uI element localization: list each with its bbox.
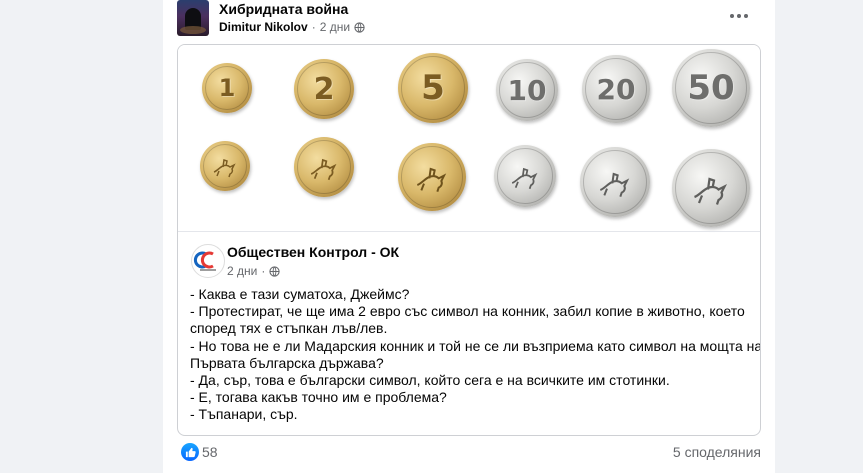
page-name-link[interactable]: Обществен Контрол - ОК: [227, 244, 399, 260]
post-timestamp[interactable]: 2 дни: [320, 20, 350, 34]
coin-rider-10: [494, 145, 556, 207]
more-dot-icon: [730, 14, 734, 18]
shared-post[interactable]: 1 2 5 10 20 50 Обществен Контрол - ОК 2 …: [177, 44, 761, 436]
madara-rider-icon: [694, 177, 728, 205]
coin-20: 20: [582, 55, 650, 123]
madara-rider-icon: [511, 167, 538, 190]
coin-value: 5: [421, 68, 445, 108]
coin-rider-50: [672, 149, 750, 227]
post-text-line: - Протестират, че ще има 2 евро със симв…: [190, 303, 745, 320]
coin-value: 1: [218, 74, 236, 102]
coin-rider-5: [398, 143, 466, 211]
coin-rider-20: [580, 147, 650, 217]
coin-value: 50: [687, 68, 735, 108]
coin-50: 50: [672, 49, 750, 127]
post-card: Хибридната война Dimitur Nikolov · 2 дни…: [163, 0, 775, 473]
madara-rider-icon: [310, 158, 337, 181]
coin-rider-2: [294, 137, 354, 197]
coin-rider-1: [200, 141, 250, 191]
coin-1: 1: [202, 63, 252, 113]
post-text-line: Първата българска държава?: [190, 354, 384, 371]
coin-value: 10: [507, 73, 547, 107]
post-text-line: - Тъпанари, сър.: [190, 406, 298, 423]
post-meta: Dimitur Nikolov · 2 дни: [219, 20, 365, 34]
page-avatar[interactable]: [191, 244, 225, 278]
ok-logo-icon: [193, 251, 216, 271]
group-name-link[interactable]: Хибридната война: [219, 1, 348, 17]
like-reaction-icon[interactable]: [181, 443, 199, 461]
shared-post-timestamp[interactable]: 2 дни: [227, 264, 257, 278]
coin-value: 20: [596, 72, 636, 106]
post-text-line: - Да, сър, това е български символ, койт…: [190, 372, 670, 389]
shared-post-meta: 2 дни ·: [227, 264, 280, 278]
madara-rider-icon: [213, 159, 236, 178]
meta-separator: ·: [311, 20, 316, 34]
post-text-line: - Но това не е ли Мадарския конник и той…: [190, 337, 761, 354]
post-text-line: според тях е стъпкан лъв/лев.: [190, 320, 388, 337]
inner-post: Обществен Контрол - ОК 2 дни · - Каква е…: [178, 232, 760, 435]
globe-icon: [354, 21, 365, 33]
coins-image[interactable]: 1 2 5 10 20 50: [178, 45, 760, 231]
more-dot-icon: [737, 14, 741, 18]
reactions-count[interactable]: 58: [202, 444, 218, 460]
coin-value: 2: [313, 71, 335, 107]
coin-2: 2: [294, 59, 354, 119]
more-dot-icon: [744, 14, 748, 18]
group-avatar[interactable]: [177, 0, 209, 36]
thumbs-up-icon: [185, 447, 196, 457]
globe-icon: [269, 265, 280, 277]
post-body-text: - Каква е тази суматоха, Джеймс? - Проте…: [190, 286, 761, 424]
meta-separator: ·: [261, 264, 266, 278]
madara-rider-icon: [599, 172, 630, 197]
post-text-line: - Каква е тази суматоха, Джеймс?: [190, 286, 410, 302]
author-link[interactable]: Dimitur Nikolov: [219, 20, 308, 34]
more-options-button[interactable]: [725, 6, 753, 26]
post-text-line: - Е, тогава какъв точно им е проблема?: [190, 389, 447, 406]
post-header: Хибридната война Dimitur Nikolov · 2 дни: [177, 0, 767, 40]
shares-count-link[interactable]: 5 споделяния: [673, 444, 761, 460]
post-footer: 58 5 споделяния: [177, 440, 761, 464]
madara-rider-icon: [416, 167, 447, 192]
coin-5: 5: [398, 53, 468, 123]
coin-10: 10: [496, 59, 558, 121]
avatar-glow: [180, 26, 206, 34]
